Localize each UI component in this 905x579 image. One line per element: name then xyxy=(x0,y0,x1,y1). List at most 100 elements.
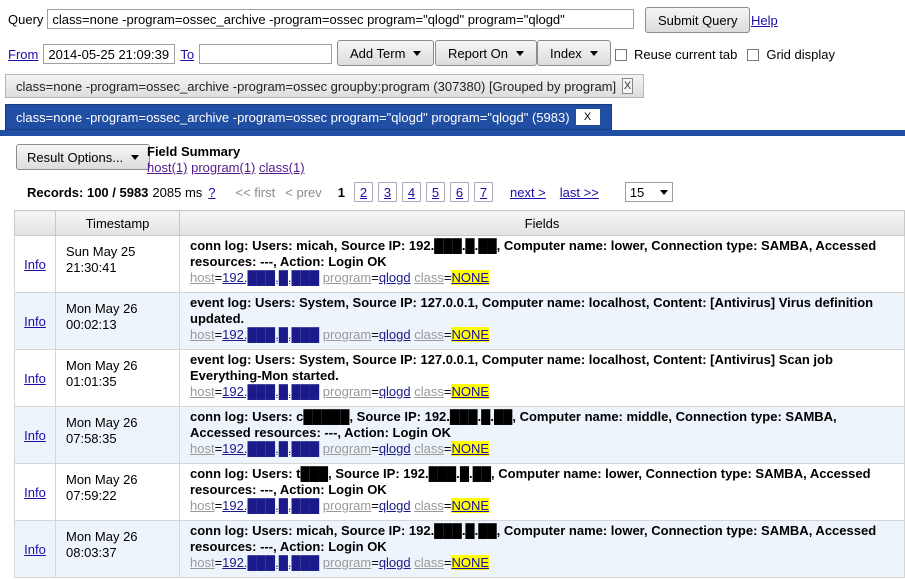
column-header-timestamp: Timestamp xyxy=(55,210,180,236)
class-key[interactable]: class xyxy=(414,441,444,456)
table-row: Info Mon May 26 01:01:35 event log: Users: … xyxy=(14,349,905,407)
program-value[interactable]: qlogd xyxy=(379,555,411,570)
class-key[interactable]: class xyxy=(414,555,444,570)
class-key[interactable]: class xyxy=(414,327,444,342)
log-message: conn log: Users: micah, Source IP: 192.█… xyxy=(190,523,877,554)
timestamp-time: 01:01:35 xyxy=(66,374,117,389)
field-link-class[interactable]: class(1) xyxy=(259,160,305,175)
result-options-label: Result Options... xyxy=(27,149,124,165)
program-value[interactable]: qlogd xyxy=(379,327,411,342)
class-key[interactable]: class xyxy=(414,498,444,513)
host-key[interactable]: host xyxy=(190,384,215,399)
grid-display-label: Grid display xyxy=(766,47,835,62)
info-cell: Info xyxy=(14,235,56,293)
timestamp-cell: Mon May 26 07:58:35 xyxy=(55,406,180,464)
query-input[interactable]: class=none -program=ossec_archive -progr… xyxy=(47,9,635,29)
host-value[interactable]: 192.███.█.███ xyxy=(222,555,319,570)
field-tags: host=192.███.█.███ program=qlogd class=N… xyxy=(190,270,490,285)
host-value[interactable]: 192.███.█.███ xyxy=(222,270,319,285)
help-link[interactable]: Help xyxy=(751,13,778,28)
page-link[interactable]: 6 xyxy=(450,182,469,202)
info-link[interactable]: Info xyxy=(24,542,46,557)
last-page-link[interactable]: last >> xyxy=(560,185,599,200)
host-value[interactable]: 192.███.█.███ xyxy=(222,327,319,342)
info-link[interactable]: Info xyxy=(24,371,46,386)
timestamp-time: 00:02:13 xyxy=(66,317,117,332)
field-summary: Field Summary host(1) program(1) class(1… xyxy=(147,144,305,176)
timestamp-date: Mon May 26 xyxy=(66,472,138,487)
add-term-button[interactable]: Add Term xyxy=(337,40,435,66)
host-key[interactable]: host xyxy=(190,270,215,285)
per-page-select[interactable]: 15 xyxy=(624,182,673,202)
page-link[interactable]: 7 xyxy=(474,182,493,202)
page-link[interactable]: 4 xyxy=(402,182,421,202)
grid-display-checkbox[interactable] xyxy=(747,48,760,61)
field-tags: host=192.███.█.███ program=qlogd class=N… xyxy=(190,555,490,570)
host-value[interactable]: 192.███.█.███ xyxy=(222,441,319,456)
program-value[interactable]: qlogd xyxy=(379,384,411,399)
field-link-host[interactable]: host(1) xyxy=(147,160,187,175)
result-options-button[interactable]: Result Options... xyxy=(16,144,151,170)
program-key[interactable]: program xyxy=(323,441,371,456)
timestamp-date: Mon May 26 xyxy=(66,301,138,316)
first-page-link: << first xyxy=(235,184,276,200)
next-page-link[interactable]: next > xyxy=(510,185,546,200)
tab-grouped-by-program[interactable]: class=none -program=ossec_archive -progr… xyxy=(5,74,644,98)
submit-query-button[interactable]: Submit Query xyxy=(645,7,751,33)
info-cell: Info xyxy=(14,292,56,350)
page-link[interactable]: 2 xyxy=(354,182,373,202)
program-key[interactable]: program xyxy=(323,270,371,285)
field-tags: host=192.███.█.███ program=qlogd class=N… xyxy=(190,498,490,513)
host-key[interactable]: host xyxy=(190,441,215,456)
tab-label: class=none -program=ossec_archive -progr… xyxy=(16,78,617,94)
program-value[interactable]: qlogd xyxy=(379,498,411,513)
host-value[interactable]: 192.███.█.███ xyxy=(222,384,319,399)
info-link[interactable]: Info xyxy=(24,257,46,272)
host-value[interactable]: 192.███.█.███ xyxy=(222,498,319,513)
close-icon[interactable]: X xyxy=(575,109,600,125)
from-link[interactable]: From xyxy=(8,47,38,62)
field-link-program[interactable]: program(1) xyxy=(191,160,255,175)
program-key[interactable]: program xyxy=(323,384,371,399)
chevron-down-icon xyxy=(515,50,524,56)
from-date-input[interactable]: 2014-05-25 21:09:39 xyxy=(43,44,176,64)
chevron-down-icon xyxy=(131,154,140,160)
host-key[interactable]: host xyxy=(190,327,215,342)
program-key[interactable]: program xyxy=(323,555,371,570)
timestamp-cell: Sun May 25 21:30:41 xyxy=(55,235,180,293)
add-term-label: Add Term xyxy=(350,45,406,61)
fields-cell: conn log: Users: c█████, Source IP: 192.… xyxy=(179,406,905,464)
reuse-tab-checkbox[interactable] xyxy=(615,48,627,61)
to-link[interactable]: To xyxy=(180,47,194,62)
close-icon[interactable]: X xyxy=(622,78,633,94)
page-link[interactable]: 5 xyxy=(426,182,445,202)
class-key[interactable]: class xyxy=(414,270,444,285)
info-link[interactable]: Info xyxy=(24,314,46,329)
class-value[interactable]: NONE xyxy=(451,555,490,570)
to-date-input[interactable] xyxy=(199,44,333,64)
class-value[interactable]: NONE xyxy=(451,327,490,342)
program-value[interactable]: qlogd xyxy=(379,270,411,285)
report-on-button[interactable]: Report On xyxy=(435,40,537,66)
program-key[interactable]: program xyxy=(323,498,371,513)
tab-label: class=none -program=ossec_archive -progr… xyxy=(16,109,570,125)
host-key[interactable]: host xyxy=(190,555,215,570)
host-key[interactable]: host xyxy=(190,498,215,513)
program-value[interactable]: qlogd xyxy=(379,441,411,456)
timestamp-date: Mon May 26 xyxy=(66,358,138,373)
class-value[interactable]: NONE xyxy=(451,498,490,513)
class-key[interactable]: class xyxy=(414,384,444,399)
info-link[interactable]: Info xyxy=(24,485,46,500)
timestamp-date: Mon May 26 xyxy=(66,529,138,544)
index-button[interactable]: Index xyxy=(537,40,611,66)
program-key[interactable]: program xyxy=(323,327,371,342)
table-header-row: Timestamp Fields xyxy=(14,210,905,236)
class-value[interactable]: NONE xyxy=(451,441,490,456)
page-link[interactable]: 3 xyxy=(378,182,397,202)
class-value[interactable]: NONE xyxy=(451,384,490,399)
class-value[interactable]: NONE xyxy=(451,270,490,285)
info-link[interactable]: Info xyxy=(24,428,46,443)
chevron-down-icon xyxy=(659,189,668,195)
tab-qlogd-results[interactable]: class=none -program=ossec_archive -progr… xyxy=(5,104,612,130)
timing-help-link[interactable]: ? xyxy=(208,185,215,200)
